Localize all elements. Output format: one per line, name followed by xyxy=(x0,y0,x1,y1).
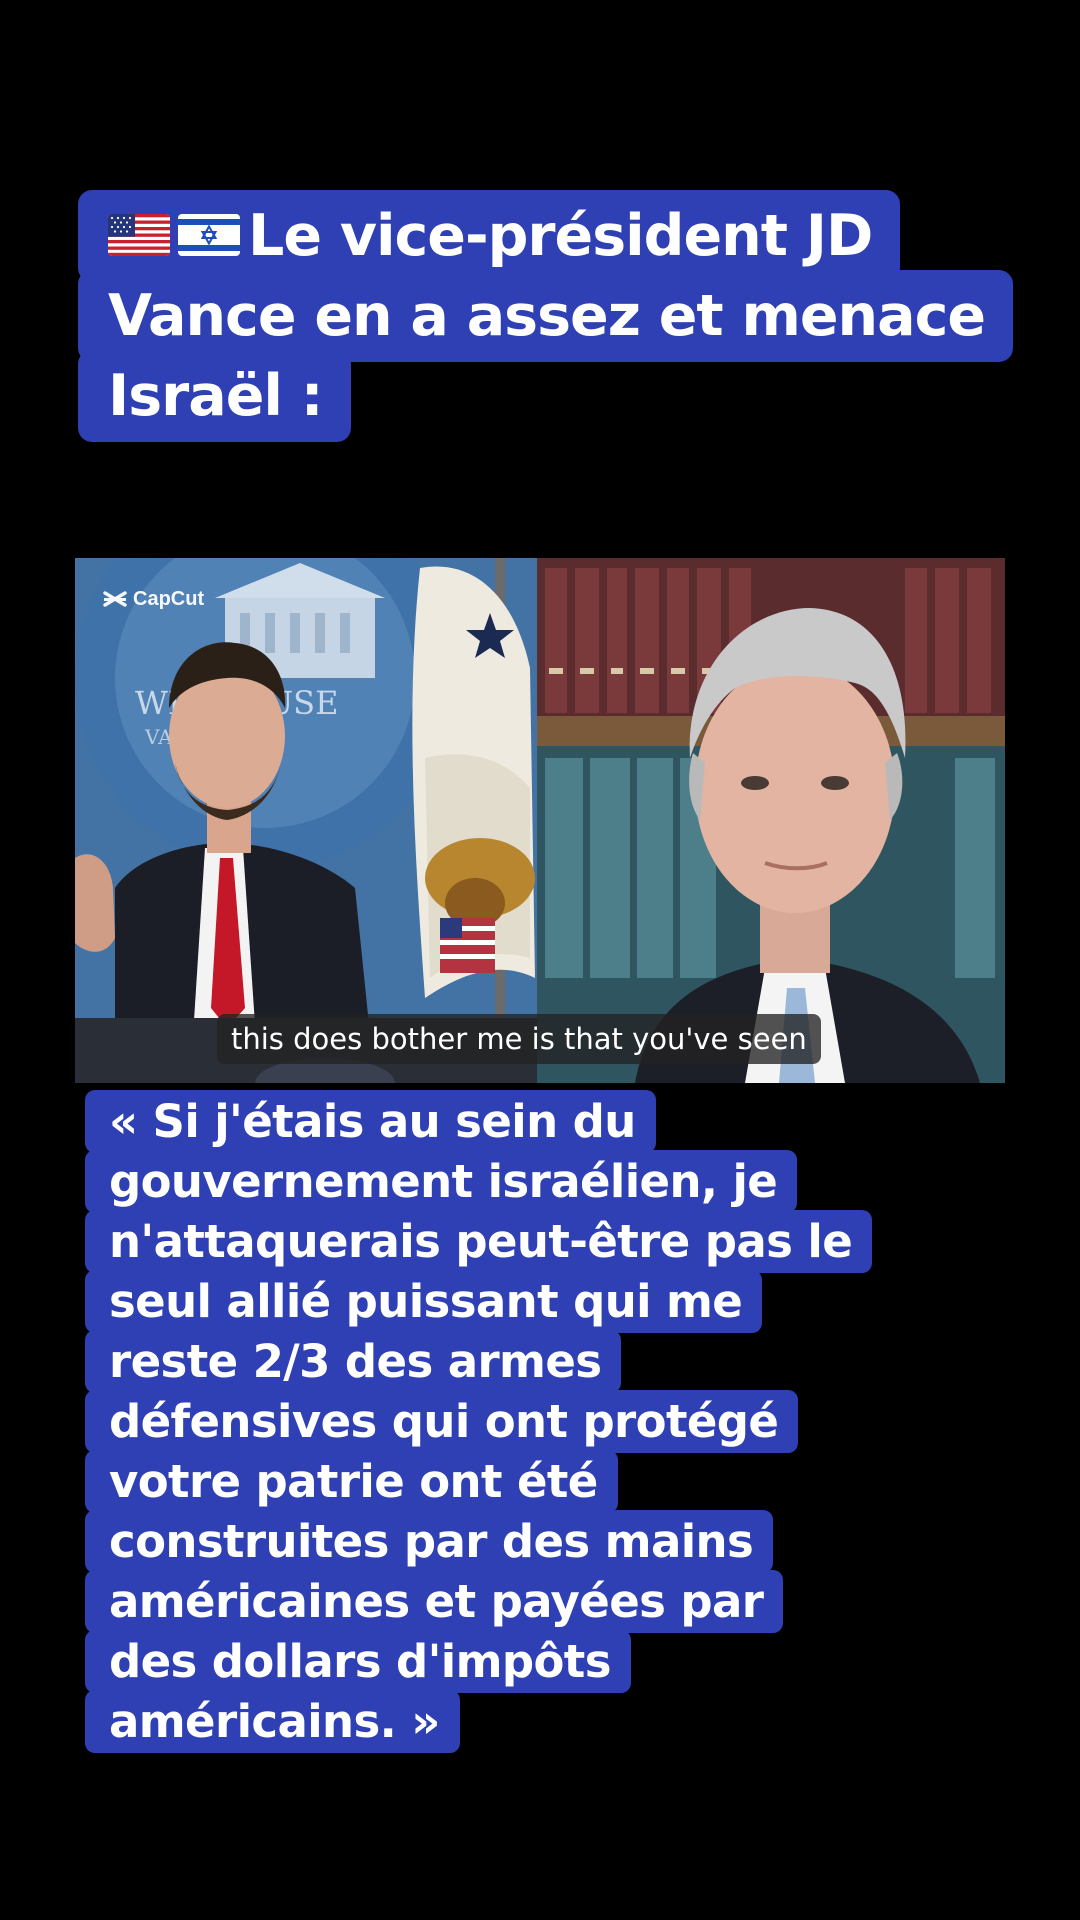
quote-line: défensives qui ont protégé xyxy=(85,1390,799,1453)
capcut-label: CapCut xyxy=(133,588,205,610)
headline-line-3: Israël : xyxy=(78,350,351,442)
headline-line-1: Le vice-président JD xyxy=(78,190,901,282)
capcut-watermark: CapCut xyxy=(103,588,204,611)
quote-line: n'attaquerais peut-être pas le xyxy=(85,1210,873,1273)
quote-line: seul allié puissant qui me xyxy=(85,1270,763,1333)
quote-line: « Si j'étais au sein du xyxy=(85,1090,656,1153)
headline-caption: Le vice-président JD Vance en a assez et… xyxy=(78,190,1014,442)
quote-line: des dollars d'impôts xyxy=(85,1630,631,1693)
quote-line: reste 2/3 des armes xyxy=(85,1330,622,1393)
quote-line: construites par des mains xyxy=(85,1510,774,1573)
us-flag-icon xyxy=(108,214,170,257)
quote-line: américaines et payées par xyxy=(85,1570,784,1633)
capcut-icon xyxy=(103,590,127,607)
quote-line: votre patrie ont été xyxy=(85,1450,618,1513)
video-scene-image: WHIT OUSE VASHI xyxy=(75,558,1005,1083)
headline-text-1: Le vice-président JD xyxy=(248,203,873,269)
video-subtitle: this does bother me is that you've seen xyxy=(217,1014,821,1064)
quote-line: gouvernement israélien, je xyxy=(85,1150,798,1213)
quote-line: américains. » xyxy=(85,1690,460,1753)
israel-flag-icon xyxy=(178,214,240,257)
video-frame[interactable]: WHIT OUSE VASHI xyxy=(75,558,1005,1083)
headline-line-2: Vance en a assez et menace xyxy=(78,270,1014,362)
quote-caption: « Si j'étais au sein du gouvernement isr… xyxy=(85,1090,873,1753)
